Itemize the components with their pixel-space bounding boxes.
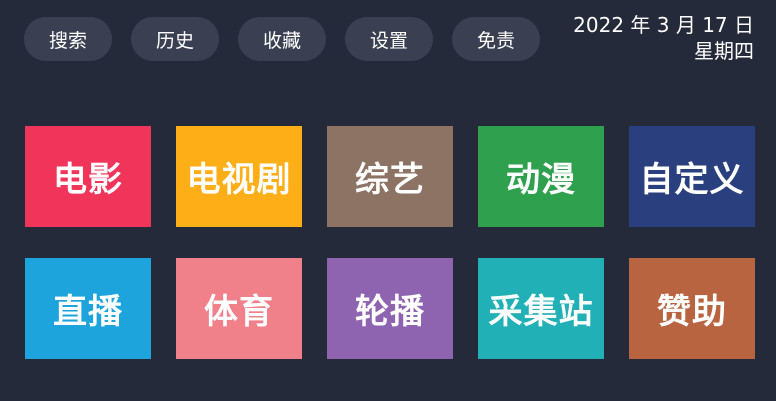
tile-live[interactable]: 直播 (25, 258, 151, 359)
tile-variety[interactable]: 综艺 (327, 126, 453, 227)
nav-history-button[interactable]: 历史 (131, 17, 219, 61)
date-text: 2022 年 3 月 17 日 (573, 13, 754, 37)
tile-sports[interactable]: 体育 (176, 258, 302, 359)
tile-sponsor[interactable]: 赞助 (629, 258, 755, 359)
nav-favorites-button[interactable]: 收藏 (238, 17, 326, 61)
nav-search-button[interactable]: 搜索 (24, 17, 112, 61)
tile-custom[interactable]: 自定义 (629, 126, 755, 227)
weekday-text: 星期四 (694, 39, 754, 63)
nav-disclaimer-button[interactable]: 免责 (452, 17, 540, 61)
tile-anime[interactable]: 动漫 (478, 126, 604, 227)
tile-carousel[interactable]: 轮播 (327, 258, 453, 359)
category-grid: 电影 电视剧 综艺 动漫 自定义 直播 体育 轮播 采集站 赞助 (25, 126, 755, 359)
top-nav: 搜索 历史 收藏 设置 免责 (24, 17, 540, 61)
date-display: 2022 年 3 月 17 日 星期四 (573, 12, 754, 64)
tile-movies[interactable]: 电影 (25, 126, 151, 227)
tile-collection-site[interactable]: 采集站 (478, 258, 604, 359)
tile-tv-series[interactable]: 电视剧 (176, 126, 302, 227)
nav-settings-button[interactable]: 设置 (345, 17, 433, 61)
